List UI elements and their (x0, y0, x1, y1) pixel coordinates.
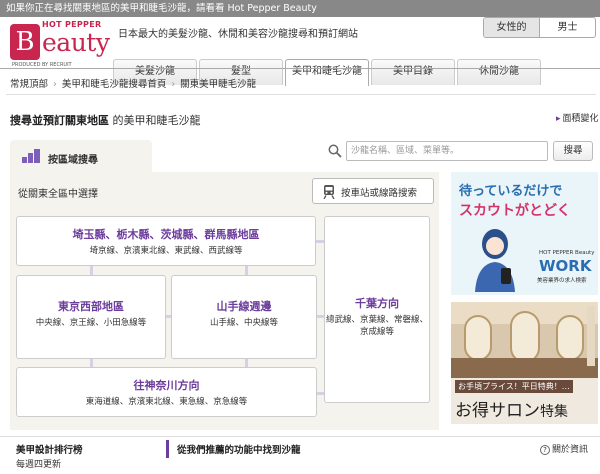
arrow-right-icon: ▸ (556, 114, 561, 124)
breadcrumb-home[interactable]: 常規頂部 (10, 79, 48, 90)
site-tagline: 日本最大的美髮沙龍、休閒和美容沙龍搜尋和預訂網站 (118, 29, 358, 40)
area-tab-label: 按區域搜尋 (48, 155, 98, 166)
region-saitama-north-kanto[interactable]: 埼玉縣、栃木縣、茨城縣、群馬縣地區 埼京線、京濱東北線、東武線、西武線等 (16, 216, 316, 266)
station-search-label: 按車站或線路搜索 (341, 188, 418, 199)
region-lines: 山手線、中央線等 (209, 318, 278, 328)
page-title-rest: 的美甲和睫毛沙龍 (112, 114, 201, 127)
salon-interior-photo (451, 302, 598, 378)
region-connector (316, 240, 324, 243)
tab-search-by-area[interactable]: 按區域搜尋 (10, 140, 152, 172)
logo-word: eauty (42, 28, 110, 57)
ad-headline-1: 待っているだけで (459, 184, 563, 199)
region-name: 往神奈川方向 (133, 379, 200, 392)
region-name: 東京西部地區 (58, 300, 124, 313)
breadcrumb-current: 關東美甲睫毛沙龍 (180, 79, 257, 90)
nail-ranking-link[interactable]: 美甲設計排行榜 (16, 442, 83, 456)
beauty-work-banner[interactable]: 待っているだけで スカウトがとどく HOT PEPPER Beauty WORK… (451, 172, 598, 295)
region-name: 山手線週邊 (216, 300, 272, 313)
area-change-label: 面積變化 (562, 114, 599, 124)
train-icon (323, 185, 335, 199)
region-kanagawa[interactable]: 往神奈川方向 東海道線、京濱東北線、東急線、京急線等 (16, 367, 317, 417)
region-connector (317, 392, 324, 395)
footer-divider (0, 436, 600, 437)
person-illustration (475, 229, 515, 292)
gender-male-button[interactable]: 男士 (540, 18, 595, 37)
section-accent-bar (166, 440, 169, 458)
region-name: 埼玉縣、栃木縣、茨城縣、群馬縣地區 (72, 228, 260, 241)
search-icon (328, 144, 342, 158)
gender-switch: 女性的 男士 (483, 17, 596, 38)
hot-pepper-beauty-logo[interactable]: HOT PEPPER B eauty PRODUCED BY RECRUIT (6, 20, 110, 70)
recommended-features-heading: 從我們推薦的功能中找到沙龍 (177, 445, 301, 456)
breadcrumb-nail-top[interactable]: 美甲和睫毛沙龍搜尋首頁 (62, 79, 167, 90)
ad-headline-2: スカウトがとどく (459, 203, 571, 219)
tab-nail-catalog[interactable]: 美甲目錄 (371, 59, 455, 85)
search-button[interactable]: 搜尋 (553, 141, 593, 161)
logo-mark: B (10, 24, 40, 60)
ad-caption: 美容業界の求人検索 (537, 278, 587, 284)
region-lines: 總武線、京葉線、常磐線、京成線等 (325, 315, 428, 337)
breadcrumb-separator: › (171, 79, 176, 90)
ad-brand: HOT PEPPER Beauty (539, 250, 595, 256)
bargain-salon-banner[interactable]: お手頃プライス！平日特典！… お得サロン特集 (451, 302, 598, 424)
breadcrumb: 常規頂部 › 美甲和睫毛沙龍搜尋首頁 › 關東美甲睫毛沙龍 (10, 76, 256, 90)
salon-banner-tagline: お手頃プライス！平日特典！… (455, 380, 573, 393)
area-map-icon (22, 149, 40, 163)
region-connector (245, 266, 248, 275)
breadcrumb-separator: › (53, 79, 57, 90)
salon-banner-title-main: お得サロン (455, 401, 540, 421)
salon-banner-title-suffix: 特集 (540, 404, 568, 420)
nav-divider (0, 68, 600, 69)
notice-bar: 如果你正在尋找關東地區的美甲和睫毛沙龍，請看看 Hot Pepper Beaut… (0, 0, 600, 17)
region-west-tokyo[interactable]: 東京西部地區 中央線、京王線、小田急線等 (16, 275, 166, 359)
about-info-link[interactable]: ? 關於資訊 (540, 442, 588, 455)
tab-relaxation[interactable]: 休閒沙龍 (457, 59, 541, 85)
gender-female-button[interactable]: 女性的 (484, 18, 539, 37)
region-connector (317, 315, 324, 318)
question-icon: ? (540, 445, 550, 455)
region-name: 千葉方向 (355, 297, 399, 310)
ranking-update-note: 每週四更新 (16, 460, 62, 470)
region-connector (90, 266, 93, 275)
breadcrumb-divider (6, 94, 596, 95)
header: HOT PEPPER B eauty PRODUCED BY RECRUIT 日… (0, 17, 600, 86)
station-search-button[interactable]: 按車站或線路搜索 (312, 178, 434, 204)
about-info-label: 關於資訊 (552, 445, 589, 455)
notice-text: 如果你正在尋找關東地區的美甲和睫毛沙龍，請看看 Hot Pepper Beaut… (6, 3, 317, 14)
region-connector (245, 359, 248, 367)
panel-lead-text: 從關東全區中選擇 (18, 189, 98, 200)
region-chiba[interactable]: 千葉方向 總武線、京葉線、常磐線、京成線等 (324, 216, 430, 403)
region-lines: 中央線、京王線、小田急線等 (35, 318, 147, 328)
page-title: 搜尋並預訂關東地區 的美甲和睫毛沙龍 (10, 112, 201, 128)
region-connector (90, 359, 93, 367)
region-yamanote[interactable]: 山手線週邊 山手線、中央線等 (171, 275, 317, 359)
ad-work-title: WORK (539, 257, 592, 275)
area-change-link[interactable]: ▸ 面積變化 (556, 111, 599, 124)
page-title-bold: 搜尋並預訂關東地區 (10, 114, 109, 127)
salon-search-input[interactable]: 沙龍名稱、區域、菜單等。 (346, 141, 548, 161)
region-lines: 東海道線、京濱東北線、東急線、京急線等 (85, 397, 248, 407)
area-select-panel: 從關東全區中選擇 按車站或線路搜索 埼玉縣、栃木縣、茨城縣、群馬縣地區 埼京線、… (10, 172, 439, 430)
salon-banner-title: お得サロン特集 (455, 396, 568, 421)
region-lines: 埼京線、京濱東北線、東武線、西武線等 (89, 246, 243, 256)
tab-nail-eyelash[interactable]: 美甲和睫毛沙龍 (285, 59, 369, 86)
